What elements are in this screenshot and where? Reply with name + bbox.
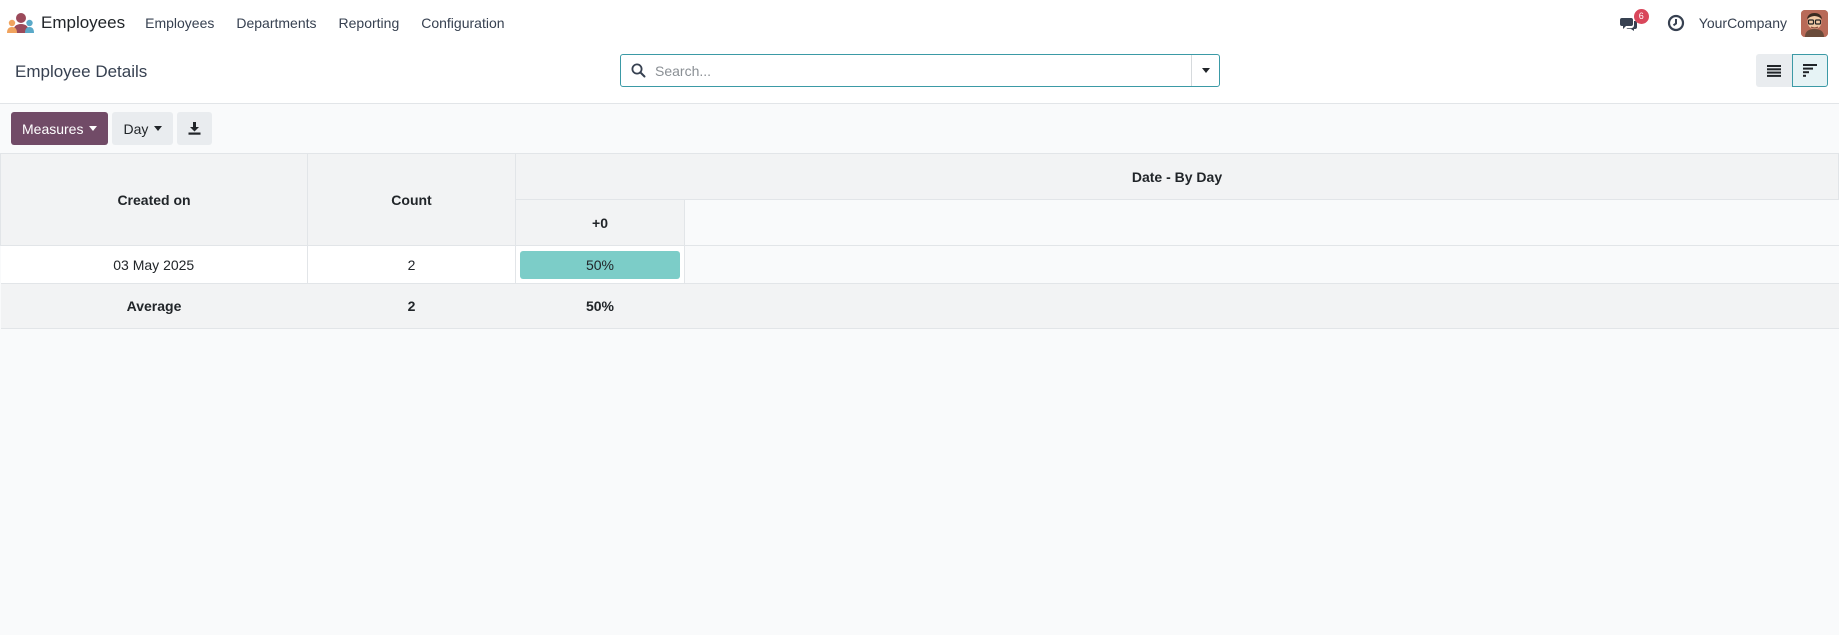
list-view-button[interactable] bbox=[1756, 54, 1792, 87]
download-icon bbox=[188, 122, 201, 135]
menu-reporting[interactable]: Reporting bbox=[328, 0, 411, 46]
cohort-view-icon bbox=[1803, 64, 1817, 77]
chat-counter-badge: 6 bbox=[1633, 9, 1649, 24]
header-created-on: Created on bbox=[0, 153, 308, 246]
interval-label: Day bbox=[123, 120, 149, 137]
employees-app-icon bbox=[7, 13, 34, 33]
cohort-table: Created on Count Date - By Day +0 03 May… bbox=[0, 153, 1839, 329]
search-icon bbox=[631, 63, 646, 78]
user-avatar[interactable] bbox=[1801, 9, 1828, 37]
footer-label: Average bbox=[0, 283, 308, 329]
caret-down-icon bbox=[154, 126, 163, 131]
footer-count: 2 bbox=[307, 283, 516, 329]
list-view-icon bbox=[1767, 64, 1781, 77]
search-bar bbox=[620, 54, 1220, 87]
control-panel: Employee Details bbox=[0, 46, 1839, 104]
search-options-toggle[interactable] bbox=[1191, 55, 1219, 86]
row-date: 03 May 2025 bbox=[0, 245, 308, 284]
header-count: Count bbox=[307, 153, 516, 246]
table-row[interactable]: 03 May 2025 2 50% bbox=[0, 245, 1839, 284]
header-interval-empty bbox=[684, 199, 1839, 246]
cohort-view-button[interactable] bbox=[1792, 54, 1828, 87]
view-switcher bbox=[1756, 54, 1828, 87]
cohort-toolbar: Measures Day bbox=[0, 104, 1839, 153]
measures-label: Measures bbox=[22, 120, 84, 137]
cohort-table-container: Created on Count Date - By Day +0 03 May… bbox=[0, 153, 1839, 329]
menu-departments[interactable]: Departments bbox=[225, 0, 327, 46]
app-brand[interactable]: Employees bbox=[7, 0, 125, 46]
chevron-down-icon bbox=[1201, 68, 1210, 73]
search-input[interactable] bbox=[646, 55, 1191, 86]
header-interval-0: +0 bbox=[515, 199, 685, 246]
download-button[interactable] bbox=[177, 112, 213, 145]
activity-clock-icon[interactable] bbox=[1667, 14, 1685, 32]
caret-down-icon bbox=[89, 126, 98, 131]
navbar-systray: 6 YourCompany bbox=[1619, 0, 1839, 46]
cohort-percentage-cell: 50% bbox=[520, 250, 680, 279]
row-interval-cell[interactable]: 50% bbox=[515, 245, 685, 284]
interval-dropdown-button[interactable]: Day bbox=[112, 112, 174, 145]
menu-configuration[interactable]: Configuration bbox=[410, 0, 515, 46]
header-date-group: Date - By Day bbox=[515, 153, 1839, 200]
messaging-button[interactable]: 6 bbox=[1619, 9, 1649, 34]
row-count: 2 bbox=[307, 245, 516, 284]
footer-empty-cell bbox=[684, 283, 1839, 329]
avatar-image bbox=[1801, 9, 1828, 37]
table-footer-row: Average 2 50% bbox=[0, 283, 1839, 329]
measures-dropdown-button[interactable]: Measures bbox=[11, 112, 109, 145]
row-empty-cell bbox=[684, 245, 1839, 284]
company-switcher[interactable]: YourCompany bbox=[1699, 15, 1787, 31]
top-navbar: Employees Employees Departments Reportin… bbox=[0, 0, 1839, 46]
footer-interval-0: 50% bbox=[515, 283, 685, 329]
page-title: Employee Details bbox=[15, 62, 148, 81]
app-name: Employees bbox=[41, 13, 126, 32]
menu-employees[interactable]: Employees bbox=[134, 0, 225, 46]
main-menu: Employees Departments Reporting Configur… bbox=[134, 0, 515, 46]
